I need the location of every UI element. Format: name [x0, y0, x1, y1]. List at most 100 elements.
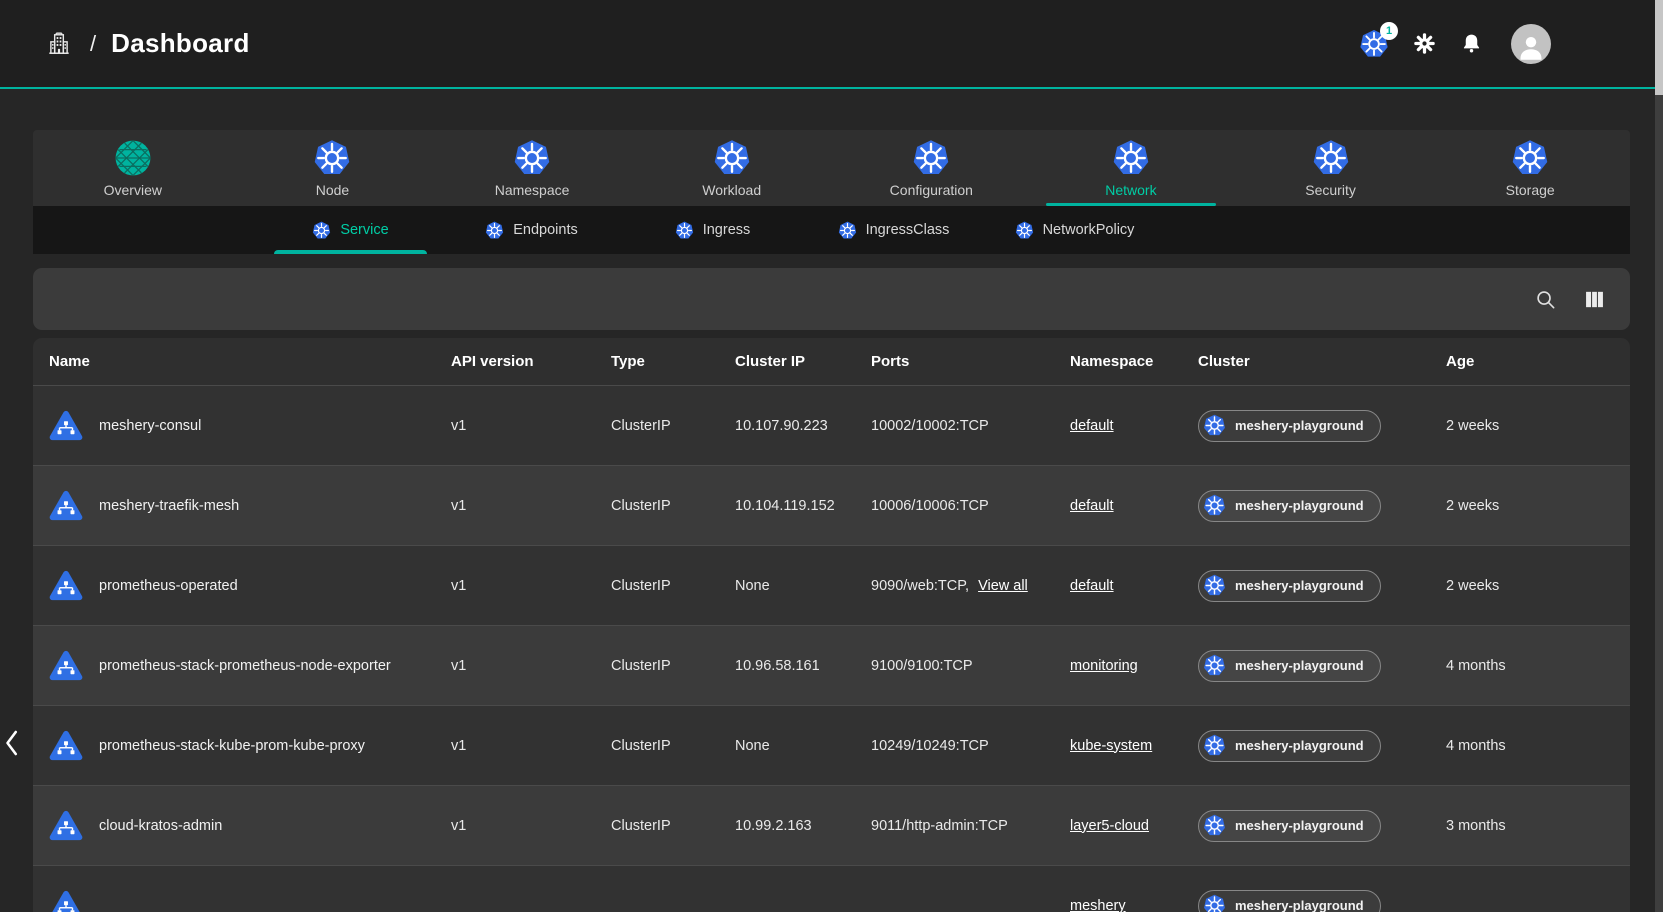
cell-age: 4 months [1430, 658, 1630, 674]
column-header-age[interactable]: Age [1430, 353, 1630, 370]
main-tab[interactable]: Security [1231, 130, 1431, 206]
settings-gear-icon[interactable] [1413, 32, 1436, 55]
notifications-bell-icon[interactable] [1460, 32, 1483, 55]
ports-value: 9100/9100:TCP [871, 658, 973, 674]
kubernetes-icon [1203, 814, 1226, 837]
cluster-chip[interactable]: meshery-playground [1198, 890, 1381, 912]
service-resource-icon [49, 410, 83, 441]
organization-building-icon[interactable] [46, 30, 72, 58]
cell-ports: 10006/10006:TCP [855, 498, 1054, 514]
user-avatar[interactable] [1511, 24, 1551, 64]
page-title: Dashboard [111, 28, 250, 59]
column-header-cluster-ip[interactable]: Cluster IP [719, 353, 855, 370]
main-tab[interactable]: Network [1031, 130, 1231, 206]
service-resource-icon [49, 890, 83, 912]
main-tab[interactable]: Storage [1430, 130, 1630, 206]
sub-tab[interactable]: Service [260, 206, 441, 254]
service-resource-icon [49, 810, 83, 841]
cell-ports: 9011/http-admin:TCP [855, 818, 1054, 834]
sub-tab[interactable]: NetworkPolicy [984, 206, 1165, 254]
cell-api-version: v1 [435, 738, 595, 754]
cluster-chip[interactable]: meshery-playground [1198, 570, 1381, 602]
cell-cluster-ip: None [719, 578, 855, 594]
view-columns-icon[interactable] [1583, 288, 1606, 311]
column-header-namespace[interactable]: Namespace [1054, 353, 1182, 370]
table-row: prometheus-stack-kube-prom-kube-proxy v1… [33, 705, 1630, 785]
namespace-link[interactable]: kube-system [1070, 738, 1152, 754]
main-tab[interactable]: Namespace [432, 130, 632, 206]
scrollbar-track [1655, 0, 1663, 912]
cluster-chip[interactable]: meshery-playground [1198, 810, 1381, 842]
cell-namespace: kube-system [1054, 738, 1182, 754]
cell-type: ClusterIP [595, 498, 719, 514]
kubernetes-icon [1312, 139, 1350, 177]
sub-tab[interactable]: IngressClass [803, 206, 984, 254]
column-header-type[interactable]: Type [595, 353, 719, 370]
kubernetes-icon [1203, 654, 1226, 677]
service-resource-icon [49, 650, 83, 681]
tab-label: Storage [1506, 182, 1555, 198]
cell-ports: 9090/web:TCP,View all [855, 578, 1054, 594]
cell-api-version: v1 [435, 818, 595, 834]
cluster-chip[interactable]: meshery-playground [1198, 410, 1381, 442]
kubernetes-context-icon[interactable]: 1 [1359, 29, 1389, 59]
main-tab[interactable]: Node [233, 130, 433, 206]
cluster-name: meshery-playground [1235, 658, 1364, 673]
table-row: meshery meshery-playground [33, 865, 1630, 912]
table-row: meshery-traefik-mesh v1 ClusterIP 10.104… [33, 465, 1630, 545]
kubernetes-icon [1203, 574, 1226, 597]
sub-tab[interactable]: Ingress [622, 206, 803, 254]
cell-namespace: default [1054, 418, 1182, 434]
search-icon[interactable] [1534, 288, 1557, 311]
cell-cluster-ip: 10.104.119.152 [719, 498, 855, 514]
column-header-ports[interactable]: Ports [855, 353, 1054, 370]
namespace-link[interactable]: default [1070, 578, 1114, 594]
cell-ports: 9100/9100:TCP [855, 658, 1054, 674]
column-header-api-version[interactable]: API version [435, 353, 595, 370]
kubernetes-icon [1203, 734, 1226, 757]
namespace-link[interactable]: default [1070, 498, 1114, 514]
kubernetes-icon [1511, 139, 1549, 177]
cell-type: ClusterIP [595, 658, 719, 674]
sub-tab-label: Service [340, 222, 388, 238]
column-header-cluster[interactable]: Cluster [1182, 353, 1430, 370]
cluster-chip[interactable]: meshery-playground [1198, 650, 1381, 682]
cell-age: 3 months [1430, 818, 1630, 834]
kubernetes-icon [312, 221, 331, 240]
table-header-row: Name API version Type Cluster IP Ports N… [33, 338, 1630, 385]
column-header-name[interactable]: Name [33, 353, 435, 370]
namespace-link[interactable]: monitoring [1070, 658, 1138, 674]
cell-type: ClusterIP [595, 818, 719, 834]
cluster-chip[interactable]: meshery-playground [1198, 490, 1381, 522]
scrollbar-thumb[interactable] [1655, 0, 1663, 95]
cluster-chip[interactable]: meshery-playground [1198, 730, 1381, 762]
cluster-name: meshery-playground [1235, 818, 1364, 833]
tab-label: Overview [104, 182, 162, 198]
view-all-link[interactable]: View all [978, 578, 1028, 594]
sub-tab[interactable]: Endpoints [441, 206, 622, 254]
meshery-icon [114, 139, 152, 177]
cell-age: 2 weeks [1430, 418, 1630, 434]
context-count-badge: 1 [1380, 22, 1398, 40]
main-tab[interactable]: Overview [33, 130, 233, 206]
namespace-link[interactable]: meshery [1070, 898, 1126, 912]
table-row: cloud-kratos-admin v1 ClusterIP 10.99.2.… [33, 785, 1630, 865]
sidebar-collapse-chevron[interactable] [2, 726, 24, 760]
cell-cluster-ip: 10.99.2.163 [719, 818, 855, 834]
table-row: prometheus-stack-prometheus-node-exporte… [33, 625, 1630, 705]
tab-label: Security [1305, 182, 1356, 198]
cell-name: meshery-traefik-mesh [33, 490, 435, 521]
service-resource-icon [49, 570, 83, 601]
main-tab[interactable]: Configuration [832, 130, 1032, 206]
cell-namespace: monitoring [1054, 658, 1182, 674]
kubernetes-icon [513, 139, 551, 177]
cell-namespace: default [1054, 578, 1182, 594]
cell-cluster: meshery-playground [1182, 410, 1430, 442]
kubernetes-icon [485, 221, 504, 240]
namespace-link[interactable]: default [1070, 418, 1114, 434]
cell-name: prometheus-operated [33, 570, 435, 601]
cell-cluster-ip: 10.96.58.161 [719, 658, 855, 674]
namespace-link[interactable]: layer5-cloud [1070, 818, 1149, 834]
main-tab[interactable]: Workload [632, 130, 832, 206]
cell-api-version: v1 [435, 418, 595, 434]
